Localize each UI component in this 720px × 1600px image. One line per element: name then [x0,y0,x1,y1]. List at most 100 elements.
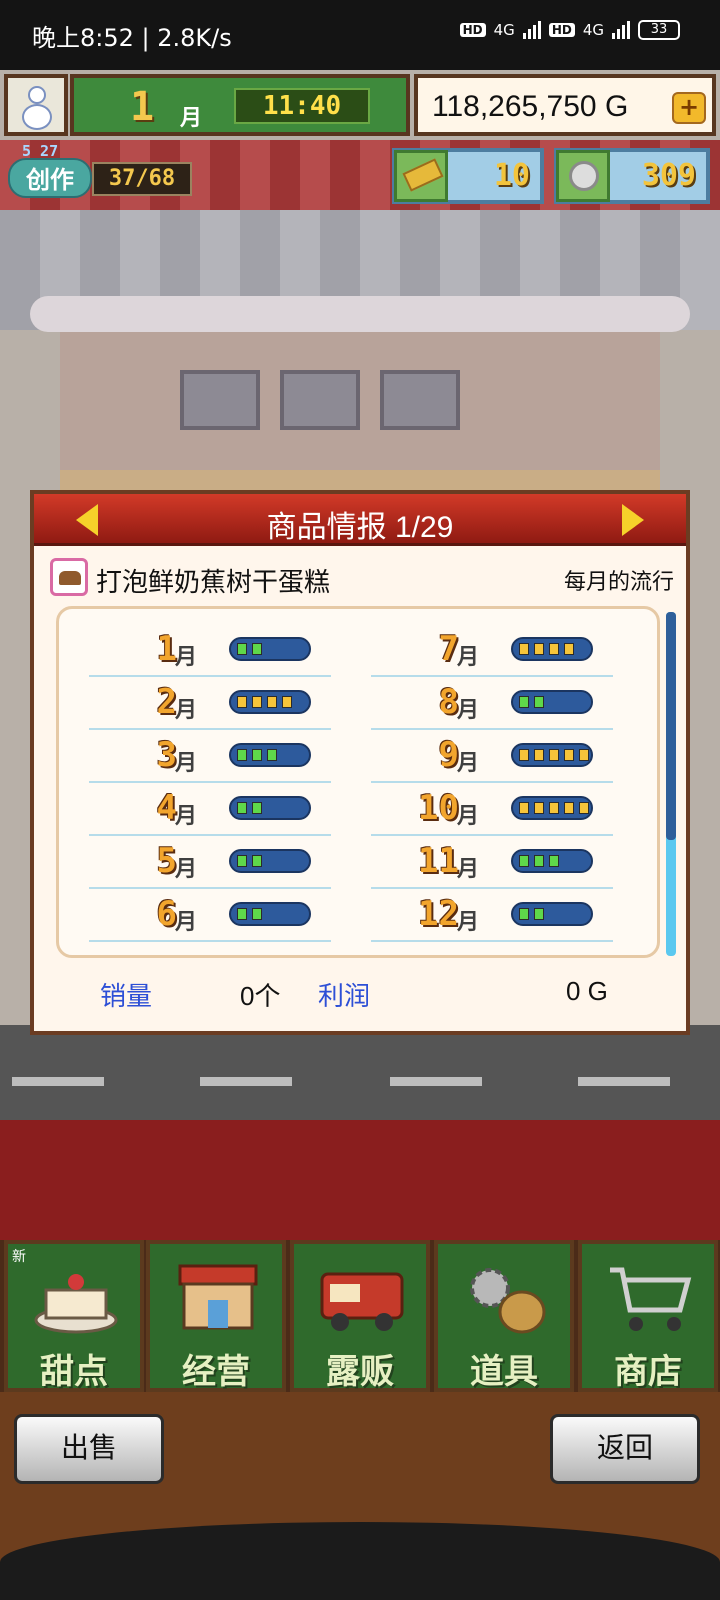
month-trend-row: 5月 [89,835,331,889]
popularity-pip [564,749,574,761]
popularity-pip [534,643,544,655]
month-unit: 月 [175,804,198,829]
month-trend-row: 12 月 [371,888,613,942]
create-counter[interactable]: 5 27 创作 37/68 [6,142,192,204]
month-trend-row: 11 月 [371,835,613,889]
menu-item-store[interactable]: 商店 [578,1240,718,1392]
popularity-pip [549,749,559,761]
menu-label: 商店 [614,1352,682,1392]
lane-marking [390,1077,482,1086]
snowman-icon [28,86,46,104]
cake-icon [34,1274,118,1334]
oven-window [380,370,460,430]
month-trend-row: 6月 [89,888,331,942]
product-row: 打泡鲜奶蕉树干蛋糕 每月的流行 [46,554,674,600]
snow-roof [30,296,690,332]
popularity-pip [267,749,277,761]
add-money-button[interactable]: + [672,92,706,124]
popularity-pip [549,802,559,814]
month-trend-row: 3月 [89,729,331,783]
popularity-pip [564,802,574,814]
month-unit: 月 [175,698,198,723]
month-number: 12 [418,894,459,934]
network-type-2: 4G [582,21,604,39]
popularity-pip [252,749,262,761]
popularity-pip [519,855,529,867]
month-unit: 月 [175,645,198,670]
month-number: 1 [156,629,177,669]
medal-counter: 309 [554,148,710,204]
month-label: 月 [180,106,203,131]
gear-sack-icon [470,1268,546,1334]
new-badge: 新 [12,1249,26,1265]
popularity-pip [579,749,589,761]
menu-label: 道具 [470,1352,538,1392]
dialog-title: 商品情报 1/29 [266,511,454,544]
menu-label: 甜点 [40,1352,108,1392]
back-button[interactable]: 返回 [550,1414,700,1484]
month-trend-row: 10 月 [371,782,613,836]
popularity-pip [534,696,544,708]
current-month: 1 [130,84,155,130]
popularity-bar [511,637,593,661]
status-bar: 晚上8:52 | 2.8K/s HD 4G HD 4G 33 [0,0,720,70]
list-scrollbar[interactable] [666,612,676,956]
popularity-pip [282,696,292,708]
popularity-pip [252,696,262,708]
dialog-footer: 销量 0个 利润 0 G [34,964,686,1014]
popularity-bar [229,902,311,926]
popularity-pip [519,643,529,655]
player-avatar[interactable] [4,74,68,136]
month-number: 5 [156,841,177,881]
popularity-pip [519,908,529,920]
ticket-count: 10 [493,158,530,193]
create-label: 创作 [8,158,92,198]
menu-item-items[interactable]: 道具 [434,1240,574,1392]
sell-button[interactable]: 出售 [14,1414,164,1484]
menu-item-dessert[interactable]: 新 甜点 [4,1240,144,1392]
month-number: 10 [418,788,459,828]
popularity-pip [267,696,277,708]
road [0,1025,720,1120]
date-panel: 1 月 11:40 [70,74,410,136]
popularity-pip [252,908,262,920]
month-number: 6 [156,894,177,934]
lane-marking [200,1077,292,1086]
popularity-bar [229,743,311,767]
popularity-bar [511,743,593,767]
scrollbar-thumb[interactable] [666,612,676,840]
month-unit: 月 [457,804,480,829]
cake-roll-icon [50,558,88,596]
profit-label: 利润 [318,981,371,1011]
popularity-pip [237,643,247,655]
popularity-pip [252,802,262,814]
money-amount: 118,265,750 G [432,90,629,123]
menu-item-food-stall[interactable]: 露贩 [290,1240,430,1392]
month-number: 11 [418,841,459,881]
popularity-pip [534,749,544,761]
create-count: 37/68 [92,162,192,196]
main-menu: 新 甜点 经营 露贩 道具 商店 [0,1240,720,1392]
month-number: 8 [438,682,459,722]
popularity-pip [534,802,544,814]
signal-icon-1 [522,21,541,39]
status-time-speed: 晚上8:52 | 2.8K/s [32,24,232,52]
monthly-trend-list[interactable]: 1 月 2 月 3 月 4 月 5 月 6 月 7 月 8 月 9 月 10 月 11 月 12 月 [56,606,660,958]
ticket-icon [394,150,448,202]
next-arrow-icon[interactable] [622,504,644,536]
shop-building-icon [178,1264,258,1330]
month-number: 4 [156,788,177,828]
popularity-bar [229,690,311,714]
bottom-frame [0,1522,720,1600]
popularity-bar [229,637,311,661]
popularity-pip [237,908,247,920]
month-unit: 月 [457,751,480,776]
menu-label: 露贩 [326,1352,394,1392]
month-number: 7 [438,629,459,669]
month-unit: 月 [175,910,198,935]
game-clock: 11:40 [234,88,370,124]
action-bar: 出售 返回 [0,1392,720,1600]
menu-item-management[interactable]: 经营 [146,1240,286,1392]
month-unit: 月 [457,698,480,723]
popularity-pip [237,749,247,761]
